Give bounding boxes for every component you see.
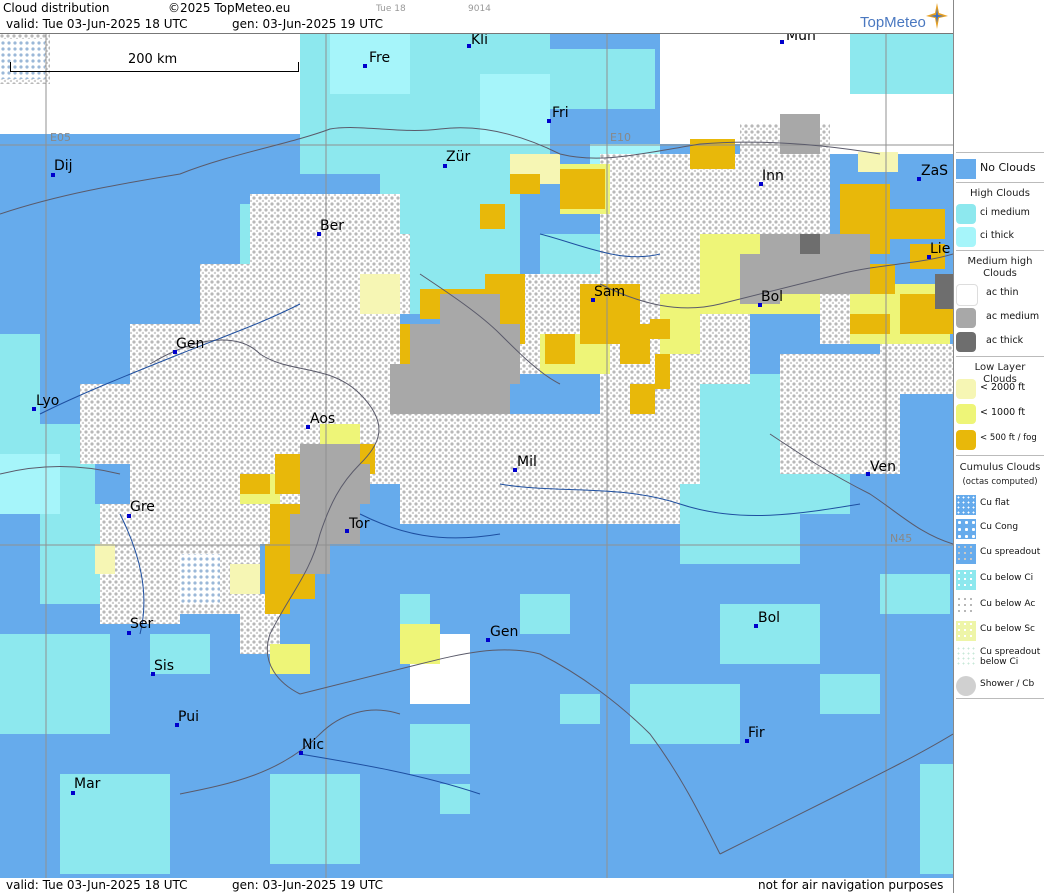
legend-cu-sc: Cu below Sc	[956, 620, 1044, 642]
legend-high-title: High Clouds	[970, 188, 1030, 199]
city-label[interactable]: Pui	[175, 709, 199, 727]
cloud-map[interactable]: E05 E10 N45 200 km Kli Fre Mün Fri Dij Z…	[0, 33, 953, 880]
legend-panel: No Clouds High Clouds ci medium ci thick…	[953, 0, 1045, 893]
city-label[interactable]: Gen	[486, 624, 518, 642]
legend-ac-thick: ac thick	[956, 331, 1044, 353]
legend-ci-medium: ci medium	[956, 203, 1044, 225]
city-label[interactable]: ZaS	[917, 163, 948, 181]
legend-shower: Shower / Cb	[956, 675, 1044, 697]
city-label[interactable]: Kli	[467, 34, 488, 48]
city-label[interactable]: Fri	[547, 105, 569, 123]
legend-low-2000: < 2000 ft	[956, 378, 1044, 400]
legend-ac-medium: ac medium	[956, 307, 1044, 329]
city-label[interactable]: Aos	[306, 411, 335, 429]
city-label[interactable]: Bol	[758, 289, 783, 307]
city-label[interactable]: Inn	[759, 168, 784, 186]
city-label[interactable]: Dij	[51, 158, 73, 177]
city-label[interactable]: Sam	[591, 284, 625, 302]
map-canvas	[0, 34, 953, 879]
header: Cloud distribution ©2025 TopMeteo.eu Tue…	[0, 0, 953, 33]
grid-label-e05: E05	[50, 131, 71, 144]
city-label[interactable]: Nic	[299, 737, 324, 755]
footer: valid: Tue 03-Jun-2025 18 UTC gen: 03-Ju…	[0, 878, 953, 893]
city-label[interactable]: Ber	[317, 218, 344, 236]
grid-label-n45: N45	[890, 532, 913, 545]
valid-time: valid: Tue 03-Jun-2025 18 UTC	[6, 17, 188, 31]
code-tag: 9014	[468, 4, 491, 14]
city-label[interactable]: Gre	[127, 499, 155, 518]
footer-disclaimer: not for air navigation purposes	[758, 878, 944, 892]
city-label[interactable]: Ven	[866, 459, 896, 476]
city-label[interactable]: Fre	[363, 50, 390, 68]
legend-ac-thin: ac thin	[956, 283, 1044, 306]
legend-cu-spread: Cu spreadout	[956, 543, 1044, 565]
city-label[interactable]: Fir	[745, 725, 765, 743]
legend-low-1000: < 1000 ft	[956, 403, 1044, 425]
map-title: Cloud distribution	[3, 1, 110, 15]
logo-star-icon	[926, 3, 948, 29]
legend-low-500: < 500 ft / fog	[956, 429, 1044, 451]
legend-medium-title: Medium high Clouds	[967, 256, 1033, 279]
footer-generated-time: gen: 03-Jun-2025 19 UTC	[232, 878, 384, 892]
grid-label-e10: E10	[610, 131, 631, 144]
legend-cu-subtitle: (octas computed)	[962, 477, 1038, 487]
city-label[interactable]: Tor	[345, 516, 370, 533]
footer-valid-time: valid: Tue 03-Jun-2025 18 UTC	[6, 878, 188, 892]
city-label[interactable]: Mün	[780, 34, 816, 44]
copyright: ©2025 TopMeteo.eu	[168, 1, 291, 15]
legend-cu-cong: Cu Cong	[956, 518, 1044, 540]
city-label[interactable]: Mar	[71, 776, 100, 795]
city-label[interactable]: Lie	[927, 241, 950, 259]
city-label[interactable]: Gen	[173, 336, 204, 354]
city-label[interactable]: Ser	[127, 616, 153, 635]
city-label[interactable]: Bol	[754, 610, 780, 628]
legend-ci-thick: ci thick	[956, 226, 1044, 248]
generated-time: gen: 03-Jun-2025 19 UTC	[232, 17, 384, 31]
day-tag: Tue 18	[376, 4, 406, 14]
topmeteo-logo: TopMeteo	[860, 14, 926, 31]
city-label[interactable]: Sis	[151, 658, 174, 676]
city-label[interactable]: Zür	[443, 149, 470, 168]
legend-cu-flat: Cu flat	[956, 494, 1044, 516]
legend-no-clouds: No Clouds	[956, 158, 1044, 180]
city-label[interactable]: Lyo	[32, 393, 59, 411]
legend-cu-ac: Cu below Ac	[956, 595, 1044, 617]
legend-cu-ci: Cu below Ci	[956, 569, 1044, 591]
legend-cu-title: Cumulus Clouds	[959, 462, 1041, 473]
legend-cu-spread-ci: Cu spreadout below Ci	[956, 645, 1044, 673]
city-label[interactable]: Mil	[513, 454, 537, 472]
scale-label: 200 km	[128, 52, 178, 67]
